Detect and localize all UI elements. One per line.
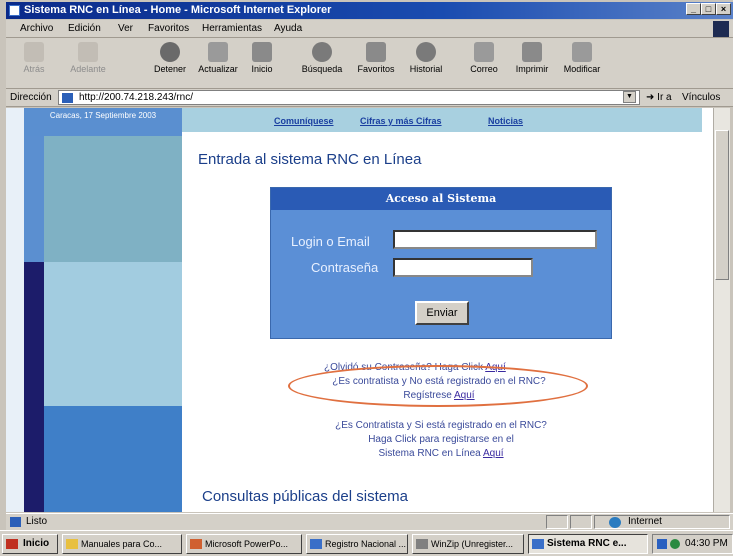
taskbar-item[interactable]: Manuales para Co... (62, 534, 182, 554)
page-margin (6, 108, 24, 512)
password-input[interactable] (393, 258, 533, 277)
page-title: Entrada al sistema RNC en Línea (198, 151, 422, 168)
menu-edicion[interactable]: Edición (68, 23, 101, 34)
sidebar-block (44, 262, 182, 406)
favorites-icon (366, 42, 386, 62)
back-button[interactable]: Atrás (8, 42, 60, 74)
registered-instruction: Haga Click para registrarse en el (368, 434, 514, 445)
status-pane (570, 515, 592, 529)
scrollbar-thumb[interactable] (715, 130, 729, 280)
status-pane (546, 515, 568, 529)
globe-icon (609, 517, 621, 528)
print-button[interactable]: Imprimir (506, 42, 558, 74)
tray-icon[interactable] (670, 539, 680, 549)
forward-arrow-icon (78, 42, 98, 62)
submit-button[interactable]: Enviar (415, 301, 469, 325)
printer-icon (522, 42, 542, 62)
login-input[interactable] (393, 230, 597, 249)
powerpoint-icon (190, 539, 202, 549)
stop-button[interactable]: Detener (144, 42, 196, 74)
menu-ayuda[interactable]: Ayuda (274, 23, 302, 34)
back-arrow-icon (24, 42, 44, 62)
windows-logo-icon (713, 21, 729, 37)
window-title-bar[interactable]: Sistema RNC en Línea - Home - Microsoft … (6, 2, 733, 19)
mail-icon (474, 42, 494, 62)
top-navigation: Comuníquese Cifras y más Cifras Noticias (182, 108, 702, 132)
sidebar-block (24, 136, 44, 262)
links-button[interactable]: Vínculos (682, 92, 720, 103)
taskbar: Inicio Manuales para Co... Microsoft Pow… (0, 530, 733, 556)
clock: 04:30 PM (685, 538, 728, 549)
taskbar-item-active[interactable]: Sistema RNC e... (528, 534, 648, 554)
ie-icon (532, 539, 544, 549)
history-button[interactable]: Historial (400, 42, 452, 74)
ie-icon (310, 539, 322, 549)
history-icon (416, 42, 436, 62)
nav-link-noticias[interactable]: Noticias (488, 116, 523, 126)
system-tray: 04:30 PM (652, 534, 733, 554)
nav-link-comuniquese[interactable]: Comuníquese (274, 116, 334, 126)
favorites-button[interactable]: Favoritos (350, 42, 402, 74)
maximize-button[interactable]: □ (701, 3, 716, 15)
search-button[interactable]: Búsqueda (296, 42, 348, 74)
toolbar: Atrás Adelante Detener Actualizar Inicio… (6, 38, 733, 89)
menu-favoritos[interactable]: Favoritos (148, 23, 189, 34)
sidebar-block (24, 262, 44, 406)
registered-link[interactable]: Aquí (483, 448, 504, 459)
registered-text: ¿Es Contratista y Si está registrado en … (335, 420, 547, 431)
edit-button[interactable]: Modificar (556, 42, 608, 74)
registered-system-line: Sistema RNC en Línea Aquí (378, 448, 504, 459)
not-registered-text: ¿Es contratista y No está registrado en … (332, 376, 546, 387)
forward-button[interactable]: Adelante (62, 42, 114, 74)
stop-icon (160, 42, 180, 62)
login-panel-heading: Acceso al Sistema (271, 188, 611, 210)
windows-flag-icon (6, 539, 18, 549)
close-button[interactable]: × (716, 3, 731, 15)
login-panel: Acceso al Sistema Login o Email Contrase… (270, 187, 612, 339)
winzip-icon (416, 539, 428, 549)
password-label: Contraseña (311, 260, 379, 275)
status-text: Listo (26, 516, 48, 527)
start-button[interactable]: Inicio (2, 534, 58, 554)
register-line: Regístrese Aquí (403, 390, 475, 401)
vertical-scrollbar[interactable] (713, 108, 730, 512)
go-button[interactable]: ➜ Ir a (646, 92, 672, 103)
address-dropdown-button[interactable]: ▼ (623, 91, 636, 103)
address-input[interactable]: http://200.74.218.243/rnc/ (58, 90, 640, 105)
minimize-button[interactable]: _ (686, 3, 701, 15)
home-button[interactable]: Inicio (236, 42, 288, 74)
home-icon (252, 42, 272, 62)
section-title: Consultas públicas del sistema (202, 488, 408, 505)
menu-herramientas[interactable]: Herramientas (202, 23, 262, 34)
taskbar-item[interactable]: Microsoft PowerPo... (186, 534, 302, 554)
menu-archivo[interactable]: Archivo (20, 23, 53, 34)
register-link[interactable]: Aquí (454, 390, 475, 401)
address-label: Dirección (10, 92, 52, 103)
menu-ver[interactable]: Ver (118, 23, 133, 34)
nav-link-cifras[interactable]: Cifras y más Cifras (360, 116, 442, 126)
page-status-icon (10, 517, 21, 527)
address-bar: Dirección http://200.74.218.243/rnc/ ▼ ➜… (6, 89, 733, 107)
search-icon (312, 42, 332, 62)
menu-bar: Archivo Edición Ver Favoritos Herramient… (6, 20, 733, 38)
edit-icon (572, 42, 592, 62)
security-zone: Internet (628, 516, 662, 527)
refresh-icon (208, 42, 228, 62)
login-label: Login o Email (291, 234, 370, 249)
ie-icon (9, 5, 20, 16)
sidebar-block (44, 136, 182, 262)
page-content: Caracas, 17 Septiembre 2003 Comuníquese … (6, 108, 713, 512)
mail-button[interactable]: Correo (458, 42, 510, 74)
sidebar-block (44, 406, 182, 512)
tray-icon[interactable] (657, 539, 667, 549)
window-title: Sistema RNC en Línea - Home - Microsoft … (24, 4, 332, 16)
page-icon (62, 93, 73, 103)
taskbar-item[interactable]: WinZip (Unregister... (412, 534, 524, 554)
sidebar-block (24, 406, 44, 512)
taskbar-item[interactable]: Registro Nacional ... (306, 534, 408, 554)
date-label: Caracas, 17 Septiembre 2003 (24, 108, 182, 136)
folder-icon (66, 539, 78, 549)
status-bar: Listo Internet (6, 513, 733, 530)
